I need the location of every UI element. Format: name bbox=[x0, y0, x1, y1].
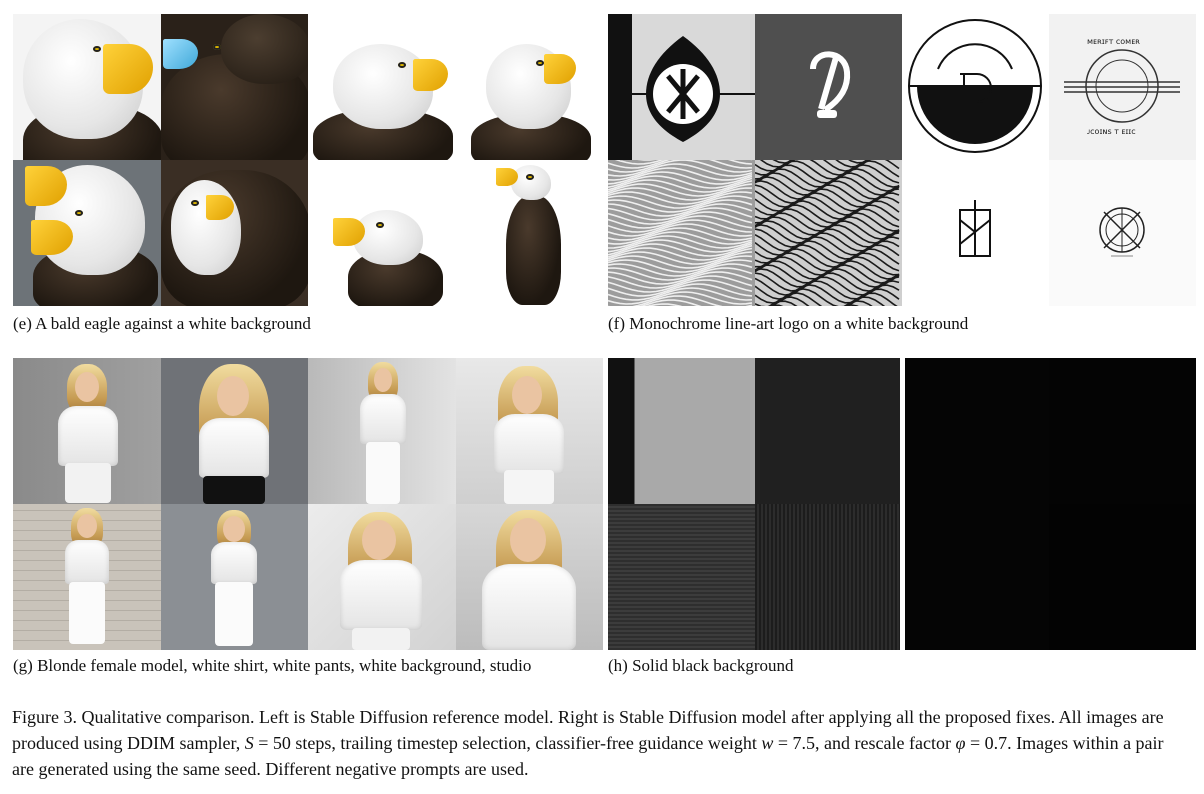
caption-var-s: S bbox=[244, 733, 254, 753]
model-image-8 bbox=[455, 504, 603, 650]
model-image-5 bbox=[13, 504, 161, 650]
black-image-4 bbox=[1049, 358, 1196, 504]
model-image-3 bbox=[308, 358, 456, 504]
black-image-6 bbox=[755, 504, 902, 650]
model-image-4 bbox=[455, 358, 603, 504]
model-grid bbox=[13, 358, 603, 650]
eagle-image-5 bbox=[13, 160, 161, 306]
logo-image-8 bbox=[1049, 160, 1196, 306]
logo-grid: ᴍᴇʀɪꜰᴛ ᴄᴏᴍᴇʀ ᴊᴄᴏɪɴs ᴛ ᴇɪɪᴄ bbox=[608, 14, 1196, 306]
black-image-2 bbox=[755, 358, 902, 504]
wave-pattern-2 bbox=[755, 160, 902, 306]
panel-e: (e) A bald eagle against a white backgro… bbox=[13, 14, 603, 333]
logo-image-3 bbox=[902, 14, 1049, 160]
caption-text-2: = 50 steps, trailing timestep selection,… bbox=[253, 733, 762, 753]
panel-g: (g) Blonde female model, white shirt, wh… bbox=[13, 358, 603, 675]
caption-var-phi: φ bbox=[955, 733, 966, 753]
black-image-7 bbox=[902, 504, 1049, 650]
black-image-8 bbox=[1049, 504, 1196, 650]
eagle-image-4 bbox=[455, 14, 603, 160]
pair-gap bbox=[900, 358, 905, 650]
caption-text-3: = 7.5, and rescale factor bbox=[773, 733, 956, 753]
panel-f-label: (f) Monochrome line-art logo on a white … bbox=[608, 314, 969, 333]
logo-arc-text-top: ᴍᴇʀɪꜰᴛ ᴄᴏᴍᴇʀ bbox=[1087, 37, 1140, 46]
panel-h: (h) Solid black background bbox=[608, 358, 1196, 675]
model-image-1 bbox=[13, 358, 161, 504]
logo-image-4: ᴍᴇʀɪꜰᴛ ᴄᴏᴍᴇʀ ᴊᴄᴏɪɴs ᴛ ᴇɪɪᴄ bbox=[1049, 14, 1196, 160]
panel-e-label: (e) A bald eagle against a white backgro… bbox=[13, 314, 311, 333]
logo-arc-text-bottom: ᴊᴄᴏɪɴs ᴛ ᴇɪɪᴄ bbox=[1087, 127, 1136, 136]
logo-image-6 bbox=[755, 160, 902, 306]
model-image-6 bbox=[160, 504, 308, 650]
eagle-image-3 bbox=[308, 14, 456, 160]
logo-image-1 bbox=[608, 14, 755, 160]
model-image-2 bbox=[160, 358, 308, 504]
panel-h-label: (h) Solid black background bbox=[608, 656, 794, 675]
eagle-image-1 bbox=[13, 14, 161, 160]
logo-image-5 bbox=[608, 160, 755, 306]
panel-f: ᴍᴇʀɪꜰᴛ ᴄᴏᴍᴇʀ ᴊᴄᴏɪɴs ᴛ ᴇɪɪᴄ (f) Monochrom… bbox=[608, 14, 1196, 333]
eagle-image-2 bbox=[160, 14, 308, 160]
logo-image-7 bbox=[902, 160, 1049, 306]
eagle-image-8 bbox=[455, 160, 603, 306]
eagle-image-7 bbox=[308, 160, 456, 306]
eagle-grid bbox=[13, 14, 603, 306]
black-image-1 bbox=[608, 358, 755, 504]
eagle-image-6 bbox=[160, 160, 308, 306]
caption-var-w: w bbox=[761, 733, 774, 753]
black-image-5 bbox=[608, 504, 755, 650]
model-image-7 bbox=[308, 504, 456, 650]
figure-caption: Figure 3. Qualitative comparison. Left i… bbox=[12, 704, 1187, 782]
wave-pattern-1 bbox=[608, 160, 755, 306]
black-image-3 bbox=[902, 358, 1049, 504]
panel-g-label: (g) Blonde female model, white shirt, wh… bbox=[13, 656, 532, 675]
logo-image-2 bbox=[755, 14, 902, 160]
